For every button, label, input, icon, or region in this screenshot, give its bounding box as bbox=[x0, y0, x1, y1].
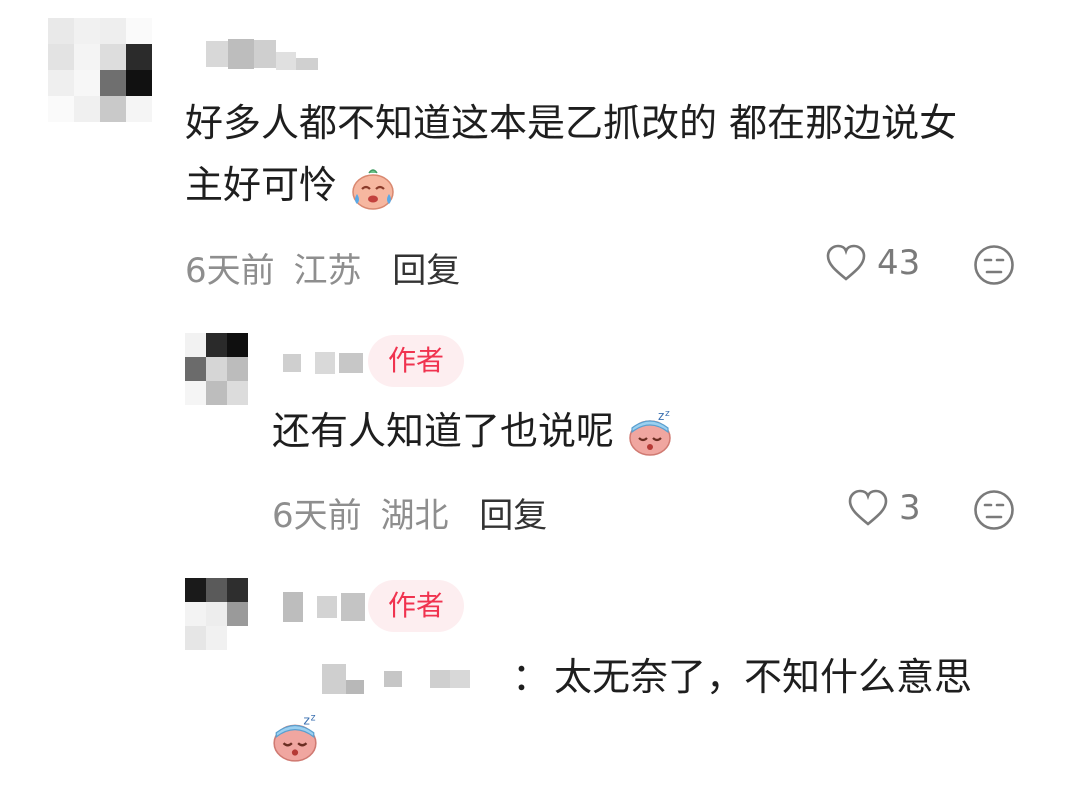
sleeping-face-icon: z z bbox=[273, 714, 317, 762]
avatar[interactable] bbox=[48, 18, 152, 122]
heart-icon bbox=[826, 244, 866, 281]
dislike-face-icon[interactable] bbox=[973, 489, 1015, 531]
comment-time: 6天前 bbox=[185, 251, 275, 291]
avatar[interactable] bbox=[185, 333, 249, 405]
svg-text:z: z bbox=[665, 410, 670, 419]
comment-text-line: 主好可怜 bbox=[185, 163, 338, 207]
comment-text-line: 还有人知道了也说呢 bbox=[272, 409, 615, 453]
svg-text:z: z bbox=[658, 410, 664, 423]
comment-text: 主好可怜 bbox=[185, 154, 397, 216]
sleeping-face-icon: z z bbox=[629, 410, 671, 456]
comment-location: 江苏 bbox=[293, 251, 362, 291]
author-badge: 作者 bbox=[368, 335, 465, 387]
like-button[interactable]: 43 bbox=[825, 243, 920, 283]
username-blurred[interactable] bbox=[283, 352, 363, 374]
like-count: 43 bbox=[877, 243, 921, 283]
comment-location: 湖北 bbox=[380, 496, 449, 536]
comment-meta: 6天前 湖北 回复 bbox=[272, 488, 547, 537]
username-blurred[interactable] bbox=[283, 592, 365, 622]
comment-time: 6天前 bbox=[272, 496, 362, 536]
reply-button[interactable]: 回复 bbox=[479, 496, 547, 536]
author-badge: 作者 bbox=[368, 580, 465, 632]
like-count: 3 bbox=[899, 488, 921, 528]
comment-text: 好多人都不知道这本是乙抓改的 都在那边说女 bbox=[185, 92, 957, 154]
avatar[interactable] bbox=[185, 578, 249, 650]
dislike-face-icon[interactable] bbox=[973, 244, 1015, 286]
like-button[interactable]: 3 bbox=[847, 488, 921, 528]
svg-text:z: z bbox=[311, 714, 316, 723]
heart-icon bbox=[848, 489, 888, 526]
comment-text-line: 太无奈了，不知什么意思 bbox=[554, 655, 973, 699]
reply-button[interactable]: 回复 bbox=[392, 251, 460, 291]
comment-text: 还有人知道了也说呢 z z bbox=[272, 400, 674, 462]
comment-text-line: 好多人都不知道这本是乙抓改的 都在那边说女 bbox=[185, 101, 958, 145]
comment-text: ：太无奈了，不知什么意思 bbox=[512, 646, 972, 708]
svg-text:z: z bbox=[303, 714, 310, 727]
quote-separator: ： bbox=[512, 655, 551, 699]
crying-face-icon bbox=[352, 168, 394, 210]
comment-meta: 6天前 江苏 回复 bbox=[185, 243, 460, 292]
username-blurred[interactable] bbox=[206, 38, 318, 70]
quoted-username-blurred[interactable] bbox=[322, 664, 470, 694]
